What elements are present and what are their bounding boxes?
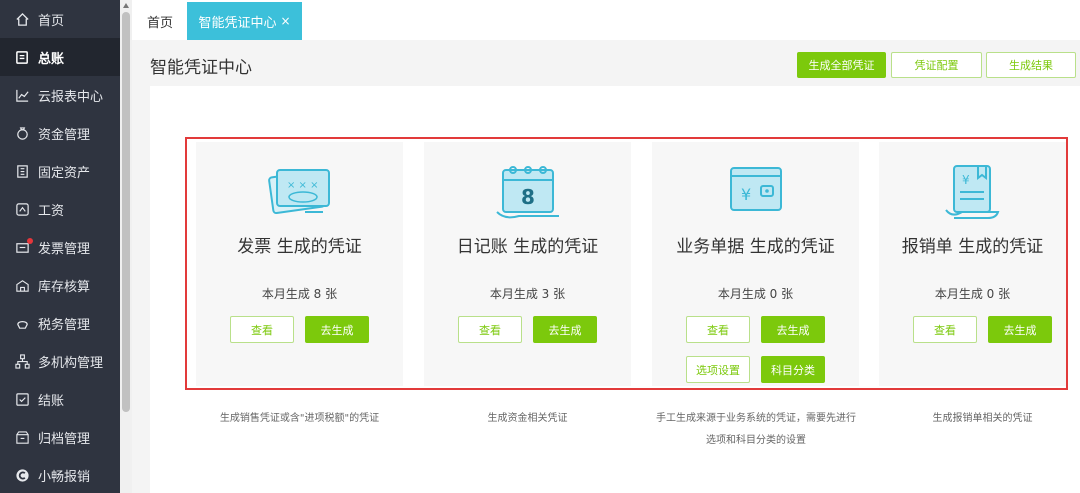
sidebar: 首页 总账 云报表中心 资金管理 固定资产 工资 发票管理 库存核算 税务管理 …: [0, 0, 120, 493]
voucher-config-button[interactable]: 凭证配置: [891, 52, 982, 78]
sidebar-item-home[interactable]: 首页: [0, 0, 120, 38]
home-icon: [14, 11, 30, 27]
archive-icon: [14, 429, 30, 445]
notification-dot: [27, 238, 33, 244]
highlight-box: [185, 137, 1068, 390]
sidebar-item-label: 资金管理: [38, 127, 91, 143]
sidebar-item-inventory[interactable]: 库存核算: [0, 266, 120, 304]
page-header: 智能凭证中心 生成全部凭证 凭证配置 生成结果: [132, 40, 1080, 86]
sidebar-item-label: 发票管理: [38, 241, 91, 257]
tab-home-label: 首页: [147, 15, 174, 31]
description-line: 生成销售凭证或含"进项税额"的凭证: [219, 413, 380, 424]
tab-smart-voucher-center[interactable]: 智能凭证中心 ×: [187, 2, 302, 40]
sidebar-item-report-center[interactable]: 云报表中心: [0, 76, 120, 114]
generate-all-vouchers-button[interactable]: 生成全部凭证: [797, 52, 886, 78]
tax-icon: [14, 315, 30, 331]
description-line: 手工生成来源于业务系统的凭证，需要先进行: [656, 413, 856, 424]
scroll-up-arrow-icon[interactable]: [123, 3, 129, 8]
tab-home[interactable]: 首页: [147, 2, 173, 40]
sidebar-item-expense[interactable]: 小畅报销: [0, 456, 120, 493]
sidebar-item-ledger[interactable]: 总账: [0, 38, 120, 76]
sidebar-item-label: 结账: [38, 393, 65, 409]
generate-result-button[interactable]: 生成结果: [986, 52, 1076, 78]
card-description: 生成报销单相关的凭证: [879, 408, 1080, 430]
ledger-icon: [14, 49, 30, 65]
sidebar-scrollbar[interactable]: [120, 0, 132, 493]
sidebar-item-label: 首页: [38, 13, 65, 29]
sidebar-item-checkout[interactable]: 结账: [0, 380, 120, 418]
description-line: 生成资金相关凭证: [487, 413, 568, 424]
scrollbar-thumb[interactable]: [122, 12, 130, 412]
sidebar-item-label: 小畅报销: [38, 469, 91, 485]
sidebar-item-funds[interactable]: 资金管理: [0, 114, 120, 152]
card-description: 手工生成来源于业务系统的凭证，需要先进行 选项和科目分类的设置: [640, 408, 872, 452]
sidebar-item-fixed-assets[interactable]: 固定资产: [0, 152, 120, 190]
payroll-icon: [14, 201, 30, 217]
close-icon[interactable]: ×: [280, 14, 290, 28]
expense-icon: [14, 467, 30, 483]
sidebar-item-label: 库存核算: [38, 279, 91, 295]
sidebar-item-label: 归档管理: [38, 431, 91, 447]
card-description: 生成销售凭证或含"进项税额"的凭证: [196, 408, 403, 430]
description-line: 选项和科目分类的设置: [706, 435, 806, 446]
sidebar-item-label: 税务管理: [38, 317, 91, 333]
sidebar-item-tax[interactable]: 税务管理: [0, 304, 120, 342]
sidebar-item-payroll[interactable]: 工资: [0, 190, 120, 228]
tab-active-label: 智能凭证中心: [198, 15, 277, 31]
sidebar-item-label: 多机构管理: [38, 355, 104, 371]
sidebar-item-label: 固定资产: [38, 165, 91, 181]
sidebar-item-label: 工资: [38, 203, 65, 219]
sidebar-item-archive[interactable]: 归档管理: [0, 418, 120, 456]
description-line: 生成报销单相关的凭证: [932, 413, 1033, 424]
asset-icon: [14, 163, 30, 179]
card-description: 生成资金相关凭证: [424, 408, 631, 430]
tab-bar: 首页 智能凭证中心 ×: [132, 0, 1080, 40]
page-title: 智能凭证中心: [150, 58, 252, 78]
chart-icon: [14, 87, 30, 103]
sidebar-item-label: 云报表中心: [38, 89, 104, 105]
warehouse-icon: [14, 277, 30, 293]
money-bag-icon: [14, 125, 30, 141]
sidebar-item-label: 总账: [38, 51, 65, 67]
checkout-icon: [14, 391, 30, 407]
sidebar-item-multi-org[interactable]: 多机构管理: [0, 342, 120, 380]
sidebar-item-invoice[interactable]: 发票管理: [0, 228, 120, 266]
org-icon: [14, 353, 30, 369]
